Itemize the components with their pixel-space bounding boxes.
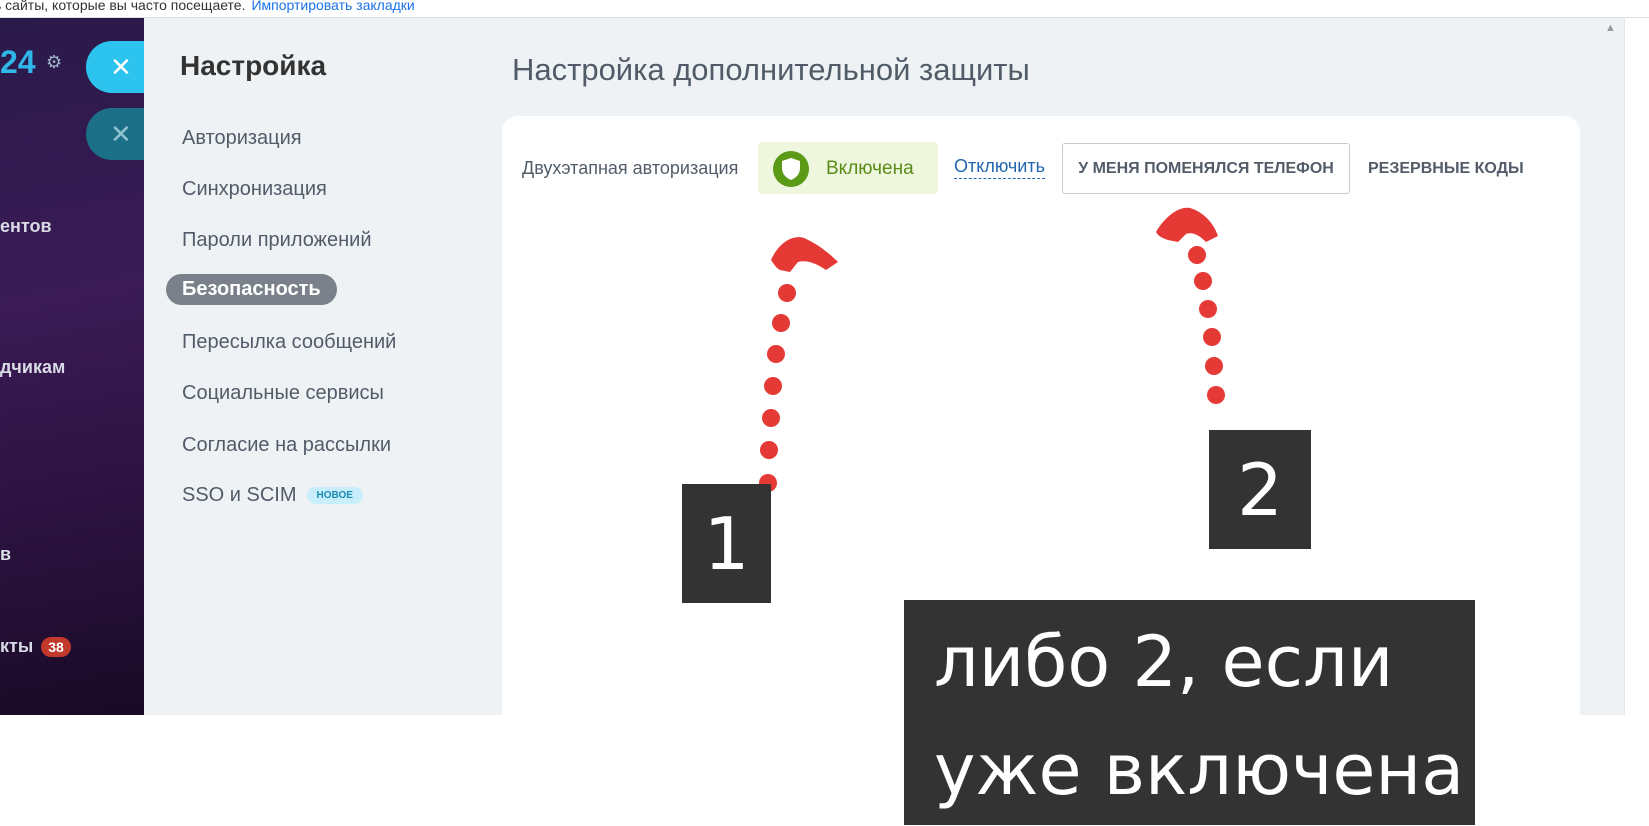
- arrow-2-dot: [1199, 300, 1217, 318]
- arrow-1-dot: [760, 441, 778, 459]
- step-label-1: 1: [682, 484, 771, 603]
- arrow-2-dot: [1194, 272, 1212, 290]
- annotation-note: либо 2, если уже включена: [904, 600, 1475, 825]
- arrow-2-dot: [1205, 357, 1223, 375]
- arrow-1-dot: [778, 284, 796, 302]
- arrow-1-dot: [772, 314, 790, 332]
- arrow-2-head: [1156, 207, 1218, 242]
- arrow-1-dot: [767, 345, 785, 363]
- arrow-1-dot: [762, 409, 780, 427]
- step-label-2: 2: [1209, 430, 1311, 549]
- arrow-2-dot: [1203, 328, 1221, 346]
- arrow-1-head: [771, 237, 838, 272]
- arrow-1-dot: [764, 377, 782, 395]
- annotation-note-line: либо 2, если: [934, 621, 1394, 703]
- annotation-note-line: уже включена: [934, 729, 1465, 811]
- arrow-2-dot: [1188, 246, 1206, 264]
- arrow-2-dot: [1207, 386, 1225, 404]
